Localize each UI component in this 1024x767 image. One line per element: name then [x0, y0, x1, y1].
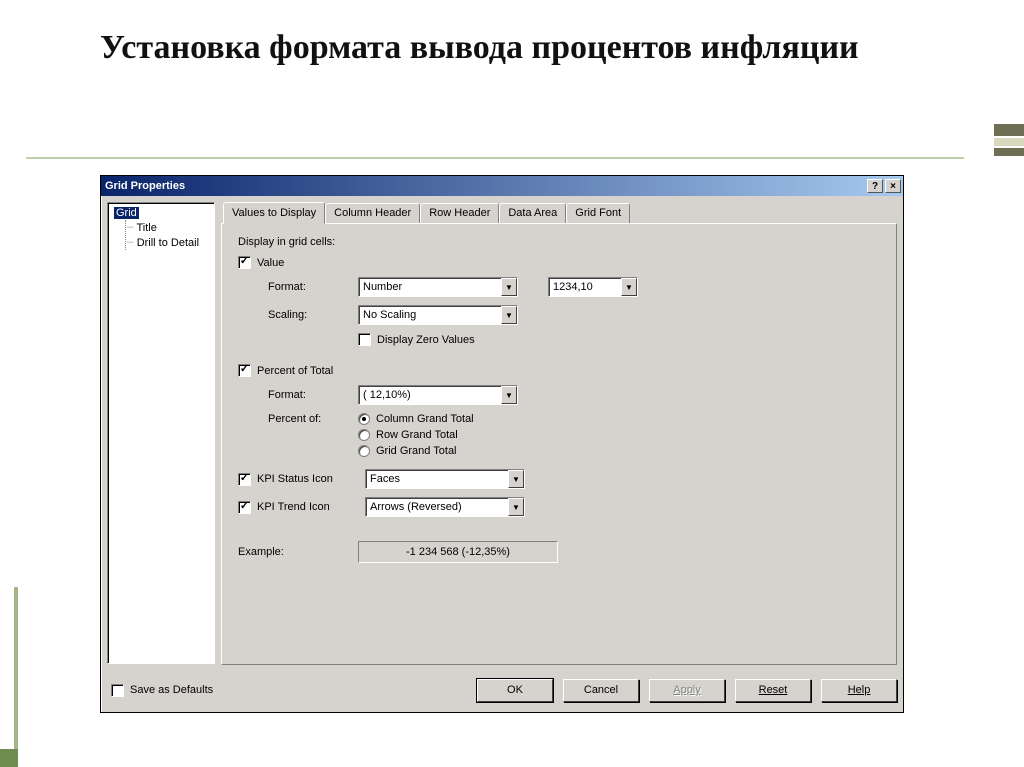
radio-grid-label: Grid Grand Total [376, 445, 457, 457]
percent-of-label: Percent of: [268, 413, 358, 425]
values-to-display-page: Display in grid cells: Value Format: Num… [221, 223, 897, 665]
pformat-label: Format: [268, 389, 358, 401]
tree-item-title[interactable]: ┈ Title [119, 220, 212, 235]
example-value: -1 234 568 (-12,35%) [358, 541, 558, 563]
chevron-down-icon[interactable]: ▼ [621, 278, 637, 296]
save-as-defaults-label: Save as Defaults [130, 684, 213, 696]
reset-button[interactable]: Reset [735, 679, 811, 702]
save-as-defaults-checkbox[interactable] [111, 684, 124, 697]
display-zero-checkbox[interactable] [358, 333, 371, 346]
titlebar-text: Grid Properties [105, 180, 865, 192]
dialog-footer: Save as Defaults OK Cancel Apply Reset H… [107, 676, 897, 704]
percent-of-total-label: Percent of Total [257, 365, 333, 377]
radio-column-label: Column Grand Total [376, 413, 474, 425]
help-icon[interactable]: ? [867, 179, 883, 193]
example-label: Example: [238, 546, 358, 558]
ok-button[interactable]: OK [477, 679, 553, 702]
radio-row-label: Row Grand Total [376, 429, 458, 441]
help-button[interactable]: Help [821, 679, 897, 702]
value-label: Value [257, 257, 284, 269]
tab-values-to-display[interactable]: Values to Display [223, 202, 325, 224]
chevron-down-icon[interactable]: ▼ [501, 386, 517, 404]
tabstrip: Values to Display Column Header Row Head… [221, 202, 897, 224]
slide-divider [26, 157, 964, 159]
percent-format-combo[interactable]: ( 12,10%) ▼ [358, 385, 518, 405]
kpi-trend-checkbox[interactable] [238, 501, 251, 514]
tab-data-area[interactable]: Data Area [499, 203, 566, 225]
cancel-button[interactable]: Cancel [563, 679, 639, 702]
kpi-trend-combo[interactable]: Arrows (Reversed) ▼ [365, 497, 525, 517]
scaling-label: Scaling: [268, 309, 358, 321]
radio-grid-grand-total[interactable] [358, 445, 370, 457]
decimals-combo[interactable]: 1234,10 ▼ [548, 277, 638, 297]
chevron-down-icon[interactable]: ▼ [501, 278, 517, 296]
format-combo[interactable]: Number ▼ [358, 277, 518, 297]
titlebar: Grid Properties ? × [101, 176, 903, 196]
chevron-down-icon[interactable]: ▼ [501, 306, 517, 324]
tree-item-grid[interactable]: Grid [110, 206, 212, 220]
tree-item-drill[interactable]: ┈ Drill to Detail [119, 235, 212, 250]
close-icon[interactable]: × [885, 179, 901, 193]
category-tree[interactable]: Grid ┈ Title ┈ Drill to Detail [107, 202, 215, 664]
display-zero-label: Display Zero Values [377, 334, 475, 346]
value-checkbox[interactable] [238, 256, 251, 269]
tab-row-header[interactable]: Row Header [420, 203, 499, 225]
format-label: Format: [268, 281, 358, 293]
chevron-down-icon[interactable]: ▼ [508, 498, 524, 516]
scaling-combo[interactable]: No Scaling ▼ [358, 305, 518, 325]
chevron-down-icon[interactable]: ▼ [508, 470, 524, 488]
radio-column-grand-total[interactable] [358, 413, 370, 425]
percent-of-total-checkbox[interactable] [238, 364, 251, 377]
kpi-status-checkbox[interactable] [238, 473, 251, 486]
grid-properties-dialog: Grid Properties ? × Grid ┈ Title ┈ Drill… [100, 175, 904, 713]
radio-row-grand-total[interactable] [358, 429, 370, 441]
slide-title: Установка формата вывода процентов инфля… [100, 28, 954, 67]
display-in-grid-label: Display in grid cells: [238, 236, 880, 248]
apply-button[interactable]: Apply [649, 679, 725, 702]
kpi-trend-label: KPI Trend Icon [257, 501, 365, 513]
kpi-status-combo[interactable]: Faces ▼ [365, 469, 525, 489]
tab-grid-font[interactable]: Grid Font [566, 203, 630, 225]
kpi-status-label: KPI Status Icon [257, 473, 365, 485]
tab-column-header[interactable]: Column Header [325, 203, 420, 225]
